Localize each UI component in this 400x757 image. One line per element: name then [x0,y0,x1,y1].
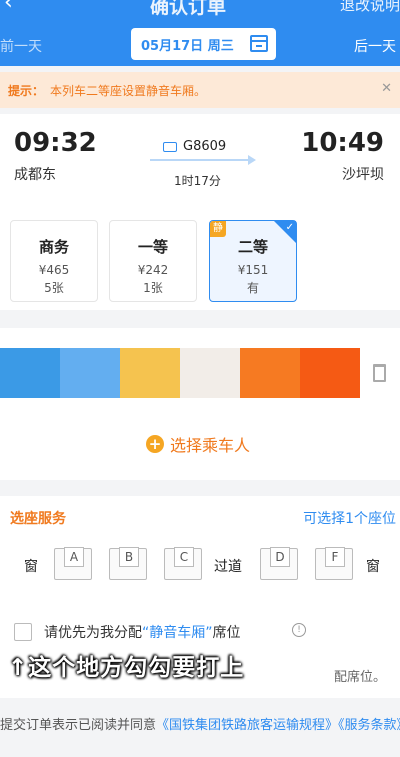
rules-link[interactable]: 《国铁集团铁路旅客运输规程》 [156,718,338,733]
seat-a[interactable]: A [54,547,92,580]
mosaic-block [180,348,240,398]
arrow-icon [150,155,256,165]
seat-price: ¥465 [38,263,70,277]
quiet-suffix: 席位 [212,625,241,641]
trash-icon[interactable] [373,364,386,382]
date-label: 05月17日 周三 [141,38,234,54]
train-number-label: G8609 [183,139,227,154]
seat-price: ¥151 [237,263,269,277]
passenger-mosaic [0,348,360,398]
plus-icon: + [146,435,164,453]
seat-availability: 5张 [44,281,64,295]
train-info-card: 09:32 10:49 成都东 沙坪坝 G8609 1时17分 商务 ¥465 … [0,114,400,310]
page-title: 确认订单 [150,0,227,18]
quiet-carriage-checkbox[interactable] [14,623,32,641]
departure-time: 09:32 [14,128,97,158]
seat-letter: B [119,547,139,567]
seat-class-name: 一等 [137,238,168,256]
date-selector[interactable]: 05月17日 周三 [131,28,276,60]
quiet-prefix: 请优先为我分配 [44,625,142,641]
seat-availability: 有 [246,281,259,295]
video-caption: ↑这个地方勾勾要打上 [8,655,245,681]
notice-label: 提示： [8,83,45,98]
mosaic-block [0,348,60,398]
seat-price: ¥242 [137,263,169,277]
add-passenger-button[interactable]: + 选择乘车人 [146,432,250,456]
seat-service-title: 选座服务 [10,511,66,527]
seat-option-business[interactable]: 商务 ¥465 5张 [10,220,98,302]
seat-class-name: 商务 [38,238,69,256]
close-icon[interactable]: ✕ [381,81,392,96]
check-icon: ✓ [285,222,294,233]
mosaic-block [300,348,360,398]
seat-availability: 1张 [143,281,163,295]
aisle-label: 过道 [214,559,242,575]
notice-banner: 提示： 本列车二等座设置静音车厢。 ✕ [0,72,400,108]
calendar-icon [250,35,268,52]
seat-d[interactable]: D [260,547,298,580]
agreement-text: 提交订单表示已阅读并同意《国铁集团铁路旅客运输规程》《服务条款》 [0,712,400,740]
seat-option-first-class[interactable]: 一等 ¥242 1张 [109,220,197,302]
mosaic-block [240,348,300,398]
seat-f[interactable]: F [315,547,353,580]
seat-letter: A [64,547,84,567]
notice-text: 本列车二等座设置静音车厢。 [50,83,207,98]
window-label: 窗 [366,559,380,575]
info-icon[interactable]: ! [292,623,306,637]
travel-duration: 1时17分 [174,174,221,188]
header: ‹ 确认订单 退改说明 前一天 05月17日 周三 后一天 [0,0,400,66]
seat-option-second-class[interactable]: 静 ✓ 二等 ¥151 有 [209,220,297,302]
mosaic-block [60,348,120,398]
quiet-carriage-label: 请优先为我分配“静音车厢”席位 [44,622,241,642]
quiet-highlight: “静音车厢” [142,625,213,641]
seat-letter: D [270,547,290,567]
seat-letter: F [325,547,345,567]
train-number[interactable]: G8609 [163,139,226,154]
arrival-time: 10:49 [301,128,384,158]
mosaic-block [120,348,180,398]
quiet-badge: 静 [210,221,226,237]
back-icon[interactable]: ‹ [4,0,13,15]
prev-day-button[interactable]: 前一天 [0,36,42,56]
seat-service-card: 选座服务 可选择1个座位 窗 A B C 过道 D F 窗 [0,496,400,608]
ticket-icon [163,141,177,152]
seat-c[interactable]: C [164,547,202,580]
refund-rules-link[interactable]: 退改说明 [340,0,400,15]
arrival-station: 沙坪坝 [342,167,384,183]
add-passenger-label: 选择乘车人 [170,436,251,455]
departure-station: 成都东 [14,167,56,183]
seat-map-row: 窗 A B C 过道 D F 窗 [0,546,400,582]
window-label: 窗 [24,559,38,575]
terms-link[interactable]: 《服务条款》 [338,718,400,733]
seat-letter: C [174,547,194,567]
passenger-card: + 选择乘车人 [0,328,400,480]
next-day-button[interactable]: 后一天 [354,36,396,56]
agreement-prefix: 提交订单表示已阅读并同意 [0,718,157,733]
seat-note-text: 配席位。 [333,670,386,685]
seat-service-hint: 可选择1个座位 [303,511,396,527]
seat-b[interactable]: B [109,547,147,580]
